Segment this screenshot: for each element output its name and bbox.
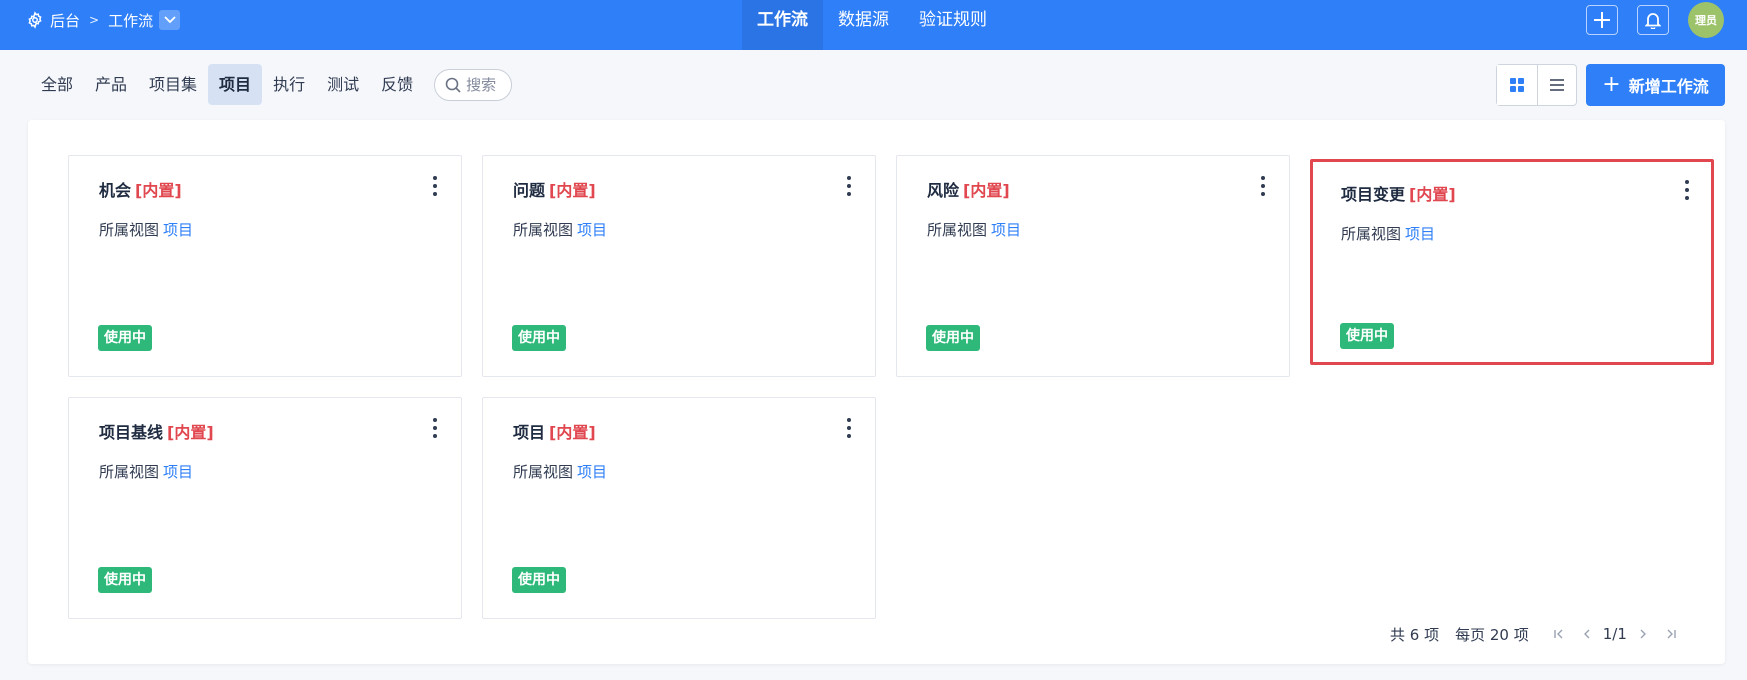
view-link[interactable]: 项目	[577, 463, 607, 481]
top-bar: 后台 > 工作流 工作流 数据源 验证规则 理员	[0, 0, 1747, 50]
status-badge: 使用中	[512, 567, 566, 593]
card-view: 所属视图 项目	[513, 221, 608, 239]
status-badge: 使用中	[926, 325, 980, 351]
workflow-card-highlighted[interactable]: 项目变更 [内置] 所属视图 项目 使用中	[1310, 159, 1714, 365]
builtin-tag: [内置]	[549, 181, 596, 200]
more-icon[interactable]	[1684, 180, 1690, 200]
card-title: 机会 [内置]	[99, 181, 182, 200]
workflow-card[interactable]: 项目基线 [内置] 所属视图 项目 使用中	[68, 397, 462, 619]
builtin-tag: [内置]	[549, 423, 596, 442]
card-title: 风险 [内置]	[927, 181, 1010, 200]
list-view-icon[interactable]	[1536, 65, 1577, 105]
page-indicator: 1/1	[1602, 625, 1627, 643]
workflow-card[interactable]: 项目 [内置] 所属视图 项目 使用中	[482, 397, 876, 619]
builtin-tag: [内置]	[963, 181, 1010, 200]
last-page-icon[interactable]	[1657, 622, 1685, 646]
tab-feedback[interactable]: 反馈	[370, 64, 424, 105]
view-link[interactable]: 项目	[163, 221, 193, 239]
bell-icon[interactable]	[1637, 5, 1669, 35]
filter-tabs: 全部 产品 项目集 项目 执行 测试 反馈 搜索	[30, 64, 513, 105]
builtin-tag: [内置]	[1409, 185, 1456, 204]
chevron-down-icon[interactable]	[159, 10, 181, 30]
card-title: 项目 [内置]	[513, 423, 596, 442]
grid-view-icon[interactable]	[1497, 65, 1537, 105]
view-toggle	[1496, 64, 1577, 106]
card-view: 所属视图 项目	[927, 221, 1022, 239]
pager-per-page[interactable]: 每页 20 项	[1455, 624, 1529, 645]
workflow-card[interactable]: 机会 [内置] 所属视图 项目 使用中	[68, 155, 462, 377]
card-title: 项目变更 [内置]	[1341, 185, 1456, 204]
plus-icon[interactable]	[1586, 5, 1618, 35]
view-link[interactable]: 项目	[577, 221, 607, 239]
prev-page-icon[interactable]	[1573, 622, 1601, 646]
add-workflow-label: 新增工作流	[1628, 77, 1709, 96]
status-badge: 使用中	[512, 325, 566, 351]
search-icon	[445, 77, 461, 93]
more-icon[interactable]	[846, 418, 852, 438]
nav-validation-rules[interactable]: 验证规则	[904, 0, 1002, 50]
status-badge: 使用中	[98, 567, 152, 593]
builtin-tag: [内置]	[135, 181, 182, 200]
tab-project[interactable]: 项目	[208, 64, 263, 105]
tab-program[interactable]: 项目集	[138, 64, 208, 105]
view-link[interactable]: 项目	[991, 221, 1021, 239]
plus-icon: +	[1602, 72, 1621, 97]
view-link[interactable]: 项目	[163, 463, 193, 481]
workflow-card[interactable]: 问题 [内置] 所属视图 项目 使用中	[482, 155, 876, 377]
next-page-icon[interactable]	[1629, 622, 1657, 646]
more-icon[interactable]	[432, 418, 438, 438]
view-link[interactable]: 项目	[1405, 225, 1435, 243]
card-title: 项目基线 [内置]	[99, 423, 214, 442]
first-page-icon[interactable]	[1545, 622, 1573, 646]
nav-datasource[interactable]: 数据源	[823, 0, 904, 50]
gear-icon[interactable]	[26, 11, 44, 29]
more-icon[interactable]	[1260, 176, 1266, 196]
card-title: 问题 [内置]	[513, 181, 596, 200]
status-badge: 使用中	[98, 325, 152, 351]
tab-test[interactable]: 测试	[316, 64, 370, 105]
card-view: 所属视图 项目	[99, 463, 194, 481]
avatar[interactable]: 理员	[1688, 2, 1724, 38]
card-view: 所属视图 项目	[513, 463, 608, 481]
status-badge: 使用中	[1340, 323, 1394, 349]
breadcrumb: 后台 > 工作流	[26, 0, 181, 40]
card-view: 所属视图 项目	[99, 221, 194, 239]
breadcrumb-root[interactable]: 后台	[50, 10, 80, 31]
breadcrumb-current[interactable]: 工作流	[108, 10, 153, 31]
top-nav: 工作流 数据源 验证规则	[742, 0, 1002, 50]
pagination: 共 6 项 每页 20 项 1/1	[1390, 622, 1685, 646]
workflow-panel: 机会 [内置] 所属视图 项目 使用中 问题 [内置] 所属视图 项目 使用中 风险 [内…	[28, 120, 1725, 664]
tab-all[interactable]: 全部	[30, 64, 84, 105]
chevron-right-icon: >	[89, 13, 100, 27]
more-icon[interactable]	[432, 176, 438, 196]
search-input[interactable]: 搜索	[434, 68, 513, 101]
more-icon[interactable]	[846, 176, 852, 196]
search-placeholder: 搜索	[466, 76, 497, 94]
nav-workflow[interactable]: 工作流	[742, 0, 823, 50]
card-view: 所属视图 项目	[1341, 225, 1436, 243]
tab-product[interactable]: 产品	[84, 64, 138, 105]
workflow-card[interactable]: 风险 [内置] 所属视图 项目 使用中	[896, 155, 1290, 377]
builtin-tag: [内置]	[167, 423, 214, 442]
pager-total: 共 6 项	[1390, 625, 1440, 644]
tab-execution[interactable]: 执行	[262, 64, 316, 105]
add-workflow-button[interactable]: + 新增工作流	[1586, 64, 1725, 106]
